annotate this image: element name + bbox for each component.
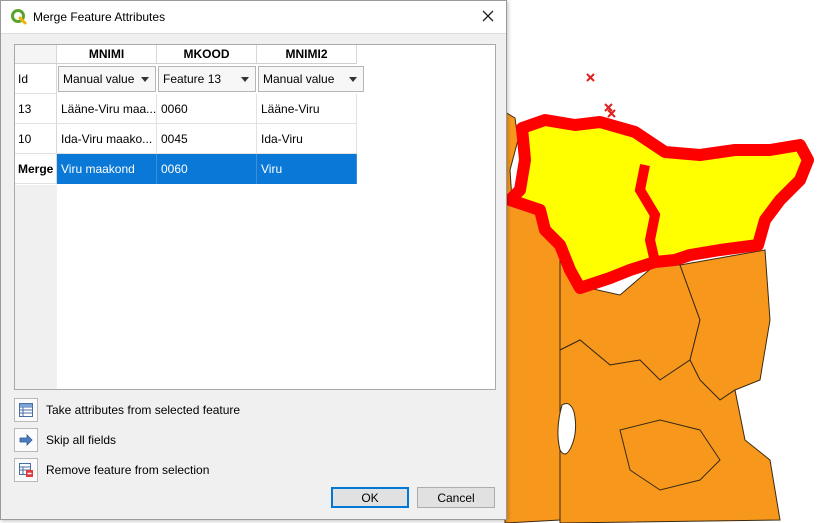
column-header-mnimi2[interactable]: MNIMI2 — [257, 45, 357, 64]
skip-all-fields-label: Skip all fields — [46, 433, 117, 447]
chevron-down-icon — [349, 77, 357, 82]
merge-cell[interactable]: Viru maakond — [57, 154, 157, 184]
close-icon — [482, 10, 494, 25]
close-button[interactable] — [470, 1, 506, 33]
merge-cell[interactable]: Viru — [257, 154, 357, 184]
row-header-gutter — [15, 185, 57, 389]
merge-behavior-select-mnimi2[interactable]: Manual value — [258, 66, 364, 92]
take-attributes-button[interactable]: Take attributes from selected feature — [14, 397, 240, 423]
combo-value: Feature 13 — [163, 72, 222, 86]
column-header-mkood[interactable]: MKOOD — [157, 45, 257, 64]
remove-feature-label: Remove feature from selection — [46, 463, 210, 477]
cancel-button[interactable]: Cancel — [417, 487, 495, 508]
merge-cell[interactable]: 0060 — [157, 154, 257, 184]
combo-value: Manual value — [263, 72, 335, 86]
merge-attributes-dialog: Merge Feature Attributes MNIMI MKOOD MNI… — [0, 0, 507, 520]
table-corner — [15, 45, 57, 64]
column-header-mnimi[interactable]: MNIMI — [57, 45, 157, 64]
chevron-down-icon — [241, 77, 249, 82]
row-header-feature[interactable]: 13 — [15, 94, 57, 124]
attribute-table-icon — [14, 398, 38, 422]
row-header-merge: Merge — [15, 154, 57, 184]
remove-from-selection-icon — [14, 458, 38, 482]
row-header-id: Id — [15, 64, 57, 94]
take-attributes-label: Take attributes from selected feature — [46, 403, 241, 417]
dialog-titlebar[interactable]: Merge Feature Attributes — [1, 1, 506, 34]
skip-all-fields-button[interactable]: Skip all fields — [14, 427, 116, 453]
combo-value: Manual value — [63, 72, 135, 86]
ok-button[interactable]: OK — [331, 487, 409, 508]
remove-feature-button[interactable]: Remove feature from selection — [14, 457, 209, 483]
merge-behavior-select-mkood[interactable]: Feature 13 — [158, 66, 256, 92]
attribute-table[interactable]: MNIMI MKOOD MNIMI2 Id Manual value Featu… — [14, 44, 496, 390]
table-cell[interactable]: Lääne-Viru maa... — [57, 94, 157, 124]
table-cell[interactable]: Ida-Viru maako... — [57, 124, 157, 154]
table-cell[interactable]: Ida-Viru — [257, 124, 357, 154]
table-cell[interactable]: Lääne-Viru — [257, 94, 357, 124]
dialog-title: Merge Feature Attributes — [33, 10, 166, 24]
row-header-feature[interactable]: 10 — [15, 124, 57, 154]
merge-behavior-select-mnimi[interactable]: Manual value — [58, 66, 156, 92]
arrow-right-icon — [14, 428, 38, 452]
qgis-logo-icon — [11, 9, 27, 25]
chevron-down-icon — [141, 77, 149, 82]
table-cell[interactable]: 0045 — [157, 124, 257, 154]
table-cell[interactable]: 0060 — [157, 94, 257, 124]
